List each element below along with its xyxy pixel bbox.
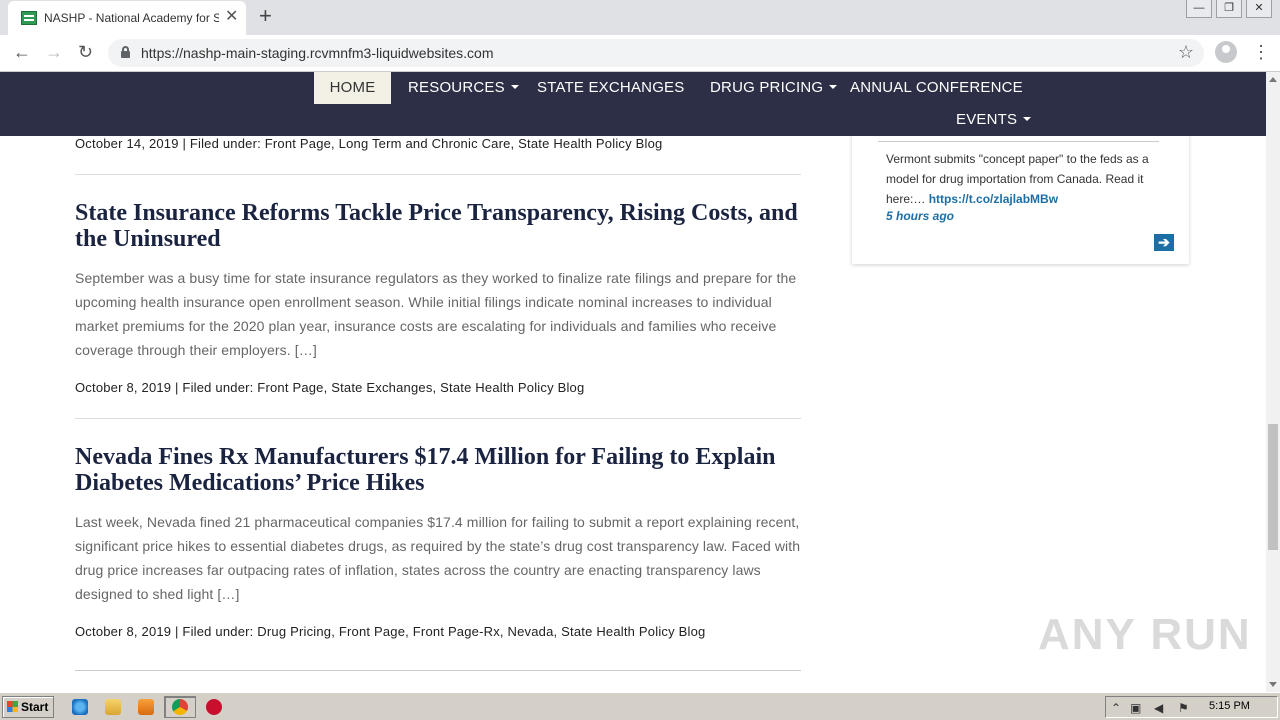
scroll-up-icon[interactable] <box>1269 77 1277 82</box>
new-tab-button[interactable]: + <box>259 4 272 28</box>
nav-state-exchanges[interactable]: STATE EXCHANGES <box>537 79 684 96</box>
post-divider <box>75 670 801 671</box>
caret-down-icon <box>829 85 838 89</box>
tweet-separator <box>878 141 1159 142</box>
windows-logo-icon <box>7 701 18 712</box>
forward-button[interactable]: → <box>45 41 63 63</box>
tweet-link[interactable]: https://t.co/zlajlabMBw <box>929 192 1058 206</box>
chrome-taskbar-button[interactable] <box>164 696 196 718</box>
post-meta: October 8, 2019 | Filed under: Drug Pric… <box>75 624 705 639</box>
nav-events[interactable]: EVENTS <box>956 111 1032 128</box>
post-categories[interactable]: Front Page, Long Term and Chronic Care, … <box>265 136 663 151</box>
browser-menu-icon[interactable]: ⋮ <box>1252 42 1270 62</box>
lock-icon <box>121 46 130 58</box>
start-label: Start <box>21 700 49 714</box>
tab-close-icon[interactable]: ✕ <box>225 8 238 26</box>
post-meta: October 8, 2019 | Filed under: Front Pag… <box>75 380 584 395</box>
tweet-timestamp[interactable]: 5 hours ago <box>886 209 954 223</box>
post-excerpt: Last week, Nevada fined 21 pharmaceutica… <box>75 514 801 602</box>
reload-button[interactable]: ↻ <box>78 41 93 63</box>
post-title[interactable]: Nevada Fines Rx Manufacturers $17.4 Mill… <box>75 444 801 496</box>
url-text[interactable]: https://nashp-main-staging.rcvmnfm3-liqu… <box>141 45 493 61</box>
browser-toolbar: ← → ↻ https://nashp-main-staging.rcvmnfm… <box>0 35 1280 72</box>
post-categories[interactable]: Front Page, State Exchanges, State Healt… <box>257 380 584 395</box>
vertical-scrollbar[interactable] <box>1266 72 1280 692</box>
tweet-text: Vermont submits "concept paper" to the f… <box>886 149 1156 209</box>
network-icon[interactable]: ▣ <box>1130 701 1141 715</box>
back-button[interactable]: ← <box>13 41 31 63</box>
antivirus-icon[interactable] <box>206 699 222 715</box>
post-date-filed: October 8, 2019 | Filed under: <box>75 624 258 639</box>
system-tray: ⌃ ▣ ◀ ⚑ 5:15 PM <box>1105 696 1278 718</box>
post-title[interactable]: State Insurance Reforms Tackle Price Tra… <box>75 200 801 252</box>
page-viewport: HOME RESOURCES STATE EXCHANGES DRUG PRIC… <box>0 72 1266 692</box>
post-date-filed: October 14, 2019 | Filed under: <box>75 136 265 151</box>
nav-events-label: EVENTS <box>956 111 1018 128</box>
post-date-filed: October 8, 2019 | Filed under: <box>75 380 258 395</box>
post-categories[interactable]: Drug Pricing, Front Page, Front Page-Rx,… <box>257 624 705 639</box>
nashp-favicon-icon <box>21 11 37 25</box>
nav-drug-pricing[interactable]: DRUG PRICING <box>710 79 838 96</box>
nav-drug-pricing-label: DRUG PRICING <box>710 79 824 96</box>
post-divider <box>75 174 801 175</box>
restore-button[interactable]: ❐ <box>1216 0 1242 18</box>
anyrun-watermark: ANY RUN <box>1038 610 1252 659</box>
close-window-button[interactable]: ✕ <box>1246 0 1272 18</box>
action-center-flag-icon[interactable]: ⚑ <box>1178 701 1189 715</box>
arrow-right-icon[interactable]: ➔ <box>1154 234 1174 251</box>
start-button[interactable]: Start <box>2 696 54 718</box>
browser-tab-active[interactable]: NASHP - National Academy for State ✕ <box>8 1 246 35</box>
site-navigation: HOME RESOURCES STATE EXCHANGES DRUG PRIC… <box>0 72 1266 136</box>
caret-down-icon <box>510 85 519 89</box>
caret-down-icon <box>1023 117 1032 121</box>
window-controls: — ❐ ✕ <box>1182 0 1272 18</box>
media-player-icon[interactable] <box>138 699 154 715</box>
nav-resources[interactable]: RESOURCES <box>408 79 519 96</box>
file-explorer-icon[interactable] <box>105 699 121 715</box>
taskbar-clock[interactable]: 5:15 PM <box>1209 700 1250 712</box>
tab-title: NASHP - National Academy for State <box>44 11 219 25</box>
post-excerpt: September was a busy time for state insu… <box>75 270 797 358</box>
scroll-down-icon[interactable] <box>1269 682 1277 687</box>
bookmark-star-icon[interactable]: ☆ <box>1178 42 1194 63</box>
scroll-thumb[interactable] <box>1268 424 1278 550</box>
post-divider <box>75 418 801 419</box>
profile-avatar-icon[interactable] <box>1215 41 1237 63</box>
post-meta: October 14, 2019 | Filed under: Front Pa… <box>75 136 662 151</box>
minimize-button[interactable]: — <box>1186 0 1212 18</box>
internet-explorer-icon[interactable] <box>72 699 88 715</box>
volume-icon[interactable]: ◀ <box>1154 701 1163 715</box>
windows-taskbar: Start ⌃ ▣ ◀ ⚑ 5:15 PM <box>0 692 1280 720</box>
chrome-icon <box>172 699 188 715</box>
nav-annual-conference[interactable]: ANNUAL CONFERENCE <box>850 79 1023 96</box>
nav-resources-label: RESOURCES <box>408 79 505 96</box>
tab-strip: NASHP - National Academy for State ✕ + —… <box>0 0 1280 35</box>
address-bar[interactable]: https://nashp-main-staging.rcvmnfm3-liqu… <box>108 39 1204 67</box>
nav-home[interactable]: HOME <box>314 72 391 104</box>
tray-expand-icon[interactable]: ⌃ <box>1111 701 1121 715</box>
